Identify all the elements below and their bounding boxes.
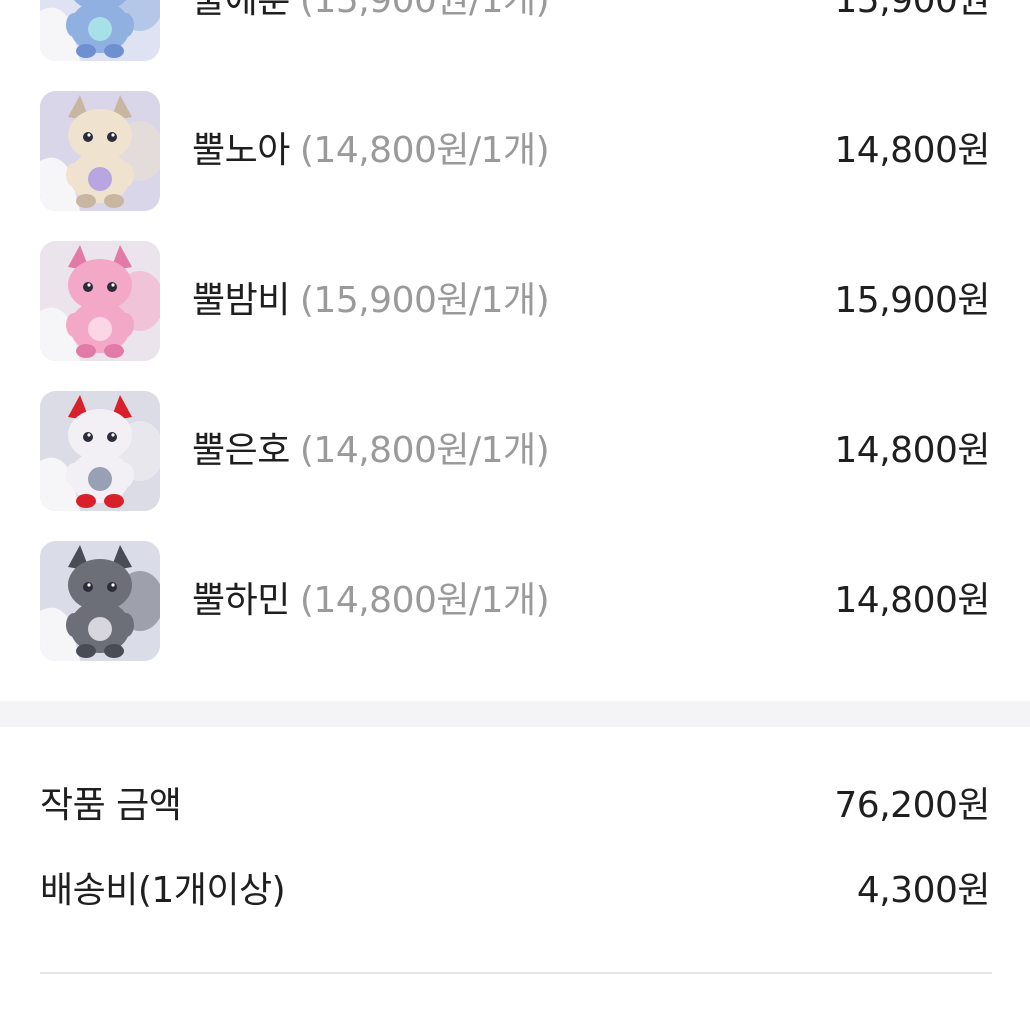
plush-gray-wolf: [40, 541, 160, 661]
product-name: 뿔은호 (14,800원/1개): [192, 427, 550, 475]
product-name: 뿔하민 (14,800원/1개): [192, 577, 550, 625]
plush-blue-cat: [40, 0, 160, 61]
shipping-label: 배송비(1개이상): [40, 870, 286, 911]
product-name: 뿔에룬 (15,900원/1개): [192, 0, 550, 25]
product-thumbnail[interactable]: [40, 91, 160, 211]
product-price: 14,800원: [834, 130, 990, 171]
product-unit-price: (15,900원/1개): [299, 280, 550, 321]
product-price: 15,900원: [834, 280, 990, 321]
product-thumbnail[interactable]: [40, 0, 160, 61]
product-name: 뿔밤비 (15,900원/1개): [192, 277, 550, 325]
subtotal-value: 76,200원: [834, 785, 990, 826]
subtotal-row: 작품 금액 76,200원: [40, 782, 990, 830]
plush-pink-cat: [40, 241, 160, 361]
product-name: 뿔노아 (14,800원/1개): [192, 127, 550, 175]
product-price: 15,900원: [834, 0, 990, 21]
shipping-value: 4,300원: [856, 870, 991, 911]
order-item[interactable]: 뿔밤비 (15,900원/1개) 15,900원: [0, 241, 1030, 361]
product-title: 뿔노아: [192, 130, 290, 171]
product-thumbnail[interactable]: [40, 241, 160, 361]
order-item[interactable]: 뿔에룬 (15,900원/1개) 15,900원: [0, 0, 1030, 61]
order-item[interactable]: 뿔하민 (14,800원/1개) 14,800원: [0, 541, 1030, 661]
product-unit-price: (14,800원/1개): [299, 580, 550, 621]
order-detail-page: 뿔에룬 (15,900원/1개) 15,900원 뿔노아 (14,800원/1개) …: [0, 0, 1030, 1030]
product-price: 14,800원: [834, 580, 990, 621]
product-unit-price: (14,800원/1개): [299, 130, 550, 171]
shipping-row: 배송비(1개이상) 4,300원: [40, 867, 991, 915]
bottom-divider: [40, 972, 992, 974]
section-divider: [0, 701, 1030, 727]
order-item[interactable]: 뿔은호 (14,800원/1개) 14,800원: [0, 391, 1030, 511]
product-title: 뿔밤비: [192, 280, 290, 321]
subtotal-label: 작품 금액: [40, 785, 182, 826]
product-thumbnail[interactable]: [40, 541, 160, 661]
product-unit-price: (15,900원/1개): [299, 0, 550, 21]
product-price: 14,800원: [834, 430, 990, 471]
order-item[interactable]: 뿔노아 (14,800원/1개) 14,800원: [0, 91, 1030, 211]
product-unit-price: (14,800원/1개): [299, 430, 550, 471]
product-title: 뿔에룬: [192, 0, 290, 21]
product-thumbnail[interactable]: [40, 391, 160, 511]
plush-white-fox: [40, 391, 160, 511]
plush-beige-cat: [40, 91, 160, 211]
product-title: 뿔은호: [192, 430, 290, 471]
product-title: 뿔하민: [192, 580, 290, 621]
